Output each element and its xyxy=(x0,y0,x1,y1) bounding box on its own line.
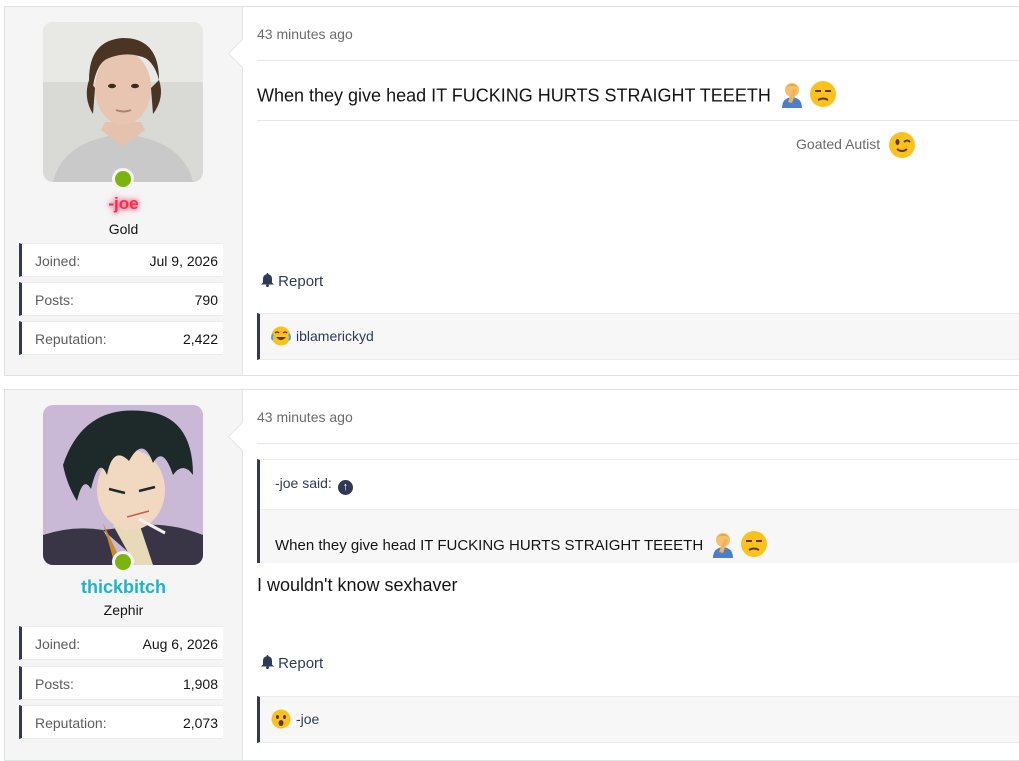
reaction-user-link[interactable]: iblamerickyd xyxy=(296,328,374,344)
quote-text-row: When they give head IT FUCKING HURTS STR… xyxy=(275,530,768,562)
report-button[interactable]: Report xyxy=(261,273,323,290)
post-body: When they give head IT FUCKING HURTS STR… xyxy=(257,80,837,113)
report-label: Report xyxy=(278,655,324,672)
post: -joe Gold Joined: Jul 9, 2026 Posts: 790… xyxy=(4,6,1019,376)
user-title: Gold xyxy=(108,221,139,237)
reaction-bar[interactable]: iblamerickyd xyxy=(257,313,1019,360)
report-label: Report xyxy=(278,273,324,290)
user-cell: thickbitch Zephir Joined: Aug 6, 2026 Po… xyxy=(5,390,243,760)
stat-label: Reputation: xyxy=(35,715,107,731)
online-status-indicator xyxy=(112,168,134,190)
facepalm-emoji-icon xyxy=(780,80,804,113)
quote-block: -joe said: ↑ When they give head IT FUCKI… xyxy=(257,459,1019,563)
bell-icon xyxy=(261,655,278,672)
signature: Goated Autist xyxy=(796,131,916,160)
signature-divider xyxy=(257,120,1019,121)
report-button[interactable]: Report xyxy=(261,655,323,672)
stat-label: Joined: xyxy=(35,636,81,652)
unamused-emoji-icon xyxy=(809,80,837,113)
signature-text: Goated Autist xyxy=(796,136,881,153)
avatar[interactable] xyxy=(43,405,203,565)
message-cell: 43 minutes ago -joe said: ↑ When they giv… xyxy=(257,390,1019,760)
divider xyxy=(257,443,1019,444)
stat-value: Jul 9, 2026 xyxy=(149,253,219,269)
stat-value: Aug 6, 2026 xyxy=(142,636,218,652)
stat-reputation: Reputation: 2,073 xyxy=(19,705,223,739)
post-body-text: When they give head IT FUCKING HURTS STR… xyxy=(257,85,771,106)
avatar[interactable] xyxy=(43,22,203,182)
user-cell: -joe Gold Joined: Jul 9, 2026 Posts: 790… xyxy=(5,7,243,375)
stat-joined: Joined: Jul 9, 2026 xyxy=(19,243,223,277)
wink-emoji-icon xyxy=(888,131,916,160)
stat-reputation: Reputation: 2,422 xyxy=(19,321,223,355)
post-body: I wouldn't know sexhaver xyxy=(257,575,458,595)
online-status-indicator xyxy=(112,551,134,573)
message-cell: 43 minutes ago When they give head IT FU… xyxy=(257,7,1019,375)
stat-label: Posts: xyxy=(35,292,74,308)
quote-author: -joe said: xyxy=(275,475,332,491)
quote-header[interactable]: -joe said: ↑ xyxy=(275,475,353,495)
username[interactable]: -joe xyxy=(5,194,242,214)
stat-joined: Joined: Aug 6, 2026 xyxy=(19,626,223,660)
stat-label: Reputation: xyxy=(35,331,107,347)
stat-label: Posts: xyxy=(35,676,74,692)
stat-posts: Posts: 790 xyxy=(19,282,223,316)
stat-value: 790 xyxy=(194,292,218,308)
reaction-user-link[interactable]: -joe xyxy=(296,711,319,727)
bell-icon xyxy=(261,273,278,290)
stat-label: Joined: xyxy=(35,253,81,269)
stat-value: 2,422 xyxy=(182,331,218,347)
user-title: Zephir xyxy=(103,602,144,618)
quote-body: When they give head IT FUCKING HURTS STR… xyxy=(260,509,1019,563)
laugh-cry-emoji-icon xyxy=(271,326,291,351)
facepalm-emoji-icon xyxy=(711,530,735,562)
stat-posts: Posts: 1,908 xyxy=(19,666,223,700)
post-timestamp[interactable]: 43 minutes ago xyxy=(257,26,353,42)
quote-text: When they give head IT FUCKING HURTS STR… xyxy=(275,536,704,554)
post-timestamp[interactable]: 43 minutes ago xyxy=(257,409,353,425)
arrow-up-icon[interactable]: ↑ xyxy=(337,480,353,495)
username[interactable]: thickbitch xyxy=(5,577,242,598)
stat-value: 1,908 xyxy=(182,676,218,692)
post: thickbitch Zephir Joined: Aug 6, 2026 Po… xyxy=(4,389,1019,761)
reaction-bar[interactable]: -joe xyxy=(257,696,1019,743)
stat-value: 2,073 xyxy=(182,715,218,731)
unamused-emoji-icon xyxy=(740,530,768,562)
divider xyxy=(257,60,1019,61)
wow-emoji-icon xyxy=(271,709,291,734)
